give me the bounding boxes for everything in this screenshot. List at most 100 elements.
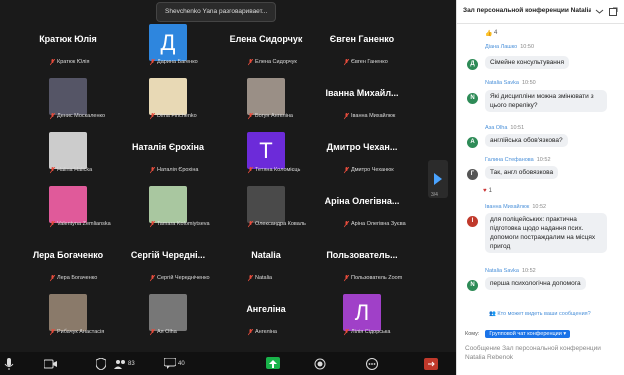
participant-photo xyxy=(49,186,87,223)
microphone-icon xyxy=(4,357,14,370)
participant-tile[interactable]: Елена Сидорчук Елена Сидорчук xyxy=(222,24,310,67)
participant-name: Денис Москаленко xyxy=(57,113,106,119)
participant-display-name: Аріна Олегівна... xyxy=(324,196,400,206)
leave-icon xyxy=(424,357,438,370)
participant-tile[interactable]: Іванна Михайл... Іванна Михайлюк xyxy=(318,78,406,121)
participant-tile[interactable]: Д Дарина Багенко xyxy=(124,24,212,67)
sender-avatar: N xyxy=(467,280,478,291)
participant-name-label: Денис Москаленко xyxy=(48,112,105,121)
message-time: 10:50 xyxy=(521,80,536,86)
participant-tile[interactable]: Halina Halicka xyxy=(24,132,112,175)
participant-name: Tamara Kolomiytseva xyxy=(157,221,210,227)
reaction-count: 4 xyxy=(494,30,498,36)
participant-tile[interactable]: Кратюк Юлія Кратюк Юлія xyxy=(24,24,112,67)
participant-initial-avatar: Д xyxy=(149,24,187,61)
participant-name: Ая Olha xyxy=(157,329,177,335)
page-indicator: 3/4 xyxy=(431,192,438,198)
participant-tile[interactable]: Tamara Kolomiytseva xyxy=(124,186,212,229)
participant-tile[interactable]: Ангеліна Ангеліна xyxy=(222,294,310,337)
recipient-select[interactable]: Групповой чат конференции ▾ xyxy=(485,330,571,338)
participant-name-label: Кратюк Юлія xyxy=(48,58,90,67)
participant-name-label: Іванна Михайлюк xyxy=(342,112,395,121)
participant-display-name: Лера Богаченко xyxy=(32,250,104,260)
participant-name-label: Олександра Коваль xyxy=(246,220,306,229)
share-screen-button[interactable] xyxy=(266,357,280,369)
participant-name-label: Рибачук Анастасія xyxy=(48,328,104,337)
participant-tile[interactable]: Dima Finchenko xyxy=(124,78,212,121)
message-reaction[interactable]: ♥ 1 xyxy=(483,188,501,196)
popout-icon[interactable] xyxy=(609,7,618,16)
participant-name-label: Наталія Єрохіна xyxy=(148,166,198,175)
participant-name: Елена Сидорчук xyxy=(255,59,297,65)
participant-photo xyxy=(49,132,87,169)
sender-avatar: Г xyxy=(467,169,478,180)
participant-tile[interactable]: Дмитро Чехан... Дмитро Чеханюк xyxy=(318,132,406,175)
participant-tile[interactable]: Денис Москаленко xyxy=(24,78,112,121)
message-sender: Діана Лашко 10:50 xyxy=(485,44,534,50)
security-button[interactable] xyxy=(96,355,106,372)
chat-header: Зал персональной конференции Natalia R..… xyxy=(457,0,624,24)
participant-display-name: Наталія Єрохіна xyxy=(131,142,204,152)
message-bubble[interactable]: Так, англ обовязкова xyxy=(485,166,559,179)
message-time: 10:52 xyxy=(532,204,547,210)
chat-visibility-note[interactable]: 👥 Кто может видеть ваши сообщения? xyxy=(489,311,591,317)
participant-name-label: Тетяна Коломієць xyxy=(246,166,300,175)
to-label: Кому: xyxy=(465,331,480,337)
more-button[interactable] xyxy=(366,355,378,372)
participant-name-label: Аріна Олегівна Зуєва xyxy=(342,220,406,229)
participant-tile[interactable]: Наталія Єрохіна Наталія Єрохіна xyxy=(124,132,212,175)
participant-tile[interactable]: Богун Ангеліна xyxy=(222,78,310,121)
message-time: 10:51 xyxy=(510,125,525,131)
zoom-window: Shevchenko Yana разговаривает... Кратюк … xyxy=(0,0,624,375)
participant-name: Halina Halicka xyxy=(57,167,93,173)
leave-button[interactable] xyxy=(424,355,438,372)
participant-tile[interactable]: Євген Ганенко Євген Ганенко xyxy=(318,24,406,67)
sender-name: Галина Стефанова xyxy=(485,157,534,163)
participant-name-label: Ая Olha xyxy=(148,328,177,337)
thumbs-up-icon[interactable]: 👍 xyxy=(485,30,492,37)
participant-name-label: Natalia xyxy=(246,274,272,283)
participant-tile[interactable]: Ая Olha xyxy=(124,294,212,337)
message-bubble[interactable]: Які дисципліни можна змінювати з цього п… xyxy=(485,90,607,112)
participant-display-name: Іванна Михайл... xyxy=(325,88,399,98)
participant-tile[interactable]: Аріна Олегівна... Аріна Олегівна Зуєва xyxy=(318,186,406,229)
participant-tile[interactable]: Пользователь... Пользователь Zoom xyxy=(318,240,406,283)
mute-button[interactable] xyxy=(4,355,14,372)
chevron-down-icon[interactable] xyxy=(595,7,604,16)
record-icon xyxy=(314,358,326,369)
participant-tile[interactable]: Олександра Коваль xyxy=(222,186,310,229)
participant-name: Сергій Чередніченко xyxy=(157,275,210,281)
participant-tile[interactable]: Лера Богаченко Лера Богаченко xyxy=(24,240,112,283)
participant-tile[interactable]: Рибачук Анастасія xyxy=(24,294,112,337)
message-sender: Natalia Savka 10:52 xyxy=(485,268,536,274)
participant-name: Наталія Єрохіна xyxy=(157,167,199,173)
participant-name: Богун Ангеліна xyxy=(255,113,293,119)
participant-tile[interactable]: Т Тетяна Коломієць xyxy=(222,132,310,175)
participant-photo xyxy=(149,186,187,223)
message-bubble[interactable]: англійська обов'язкова? xyxy=(485,134,568,147)
message-bubble[interactable]: перша психологічна допомога xyxy=(485,277,586,290)
participant-photo xyxy=(149,78,187,115)
participant-display-name: Natalia xyxy=(251,250,281,260)
participant-photo xyxy=(247,78,285,115)
participant-name-label: Богун Ангеліна xyxy=(246,112,293,121)
participant-name-label: Halina Halicka xyxy=(48,166,92,175)
participant-name: Тетяна Коломієць xyxy=(255,167,301,173)
participant-tile[interactable]: Л Лілія Сідорська xyxy=(318,294,406,337)
chat-button[interactable]: 40 xyxy=(164,355,185,372)
message-time: 10:52 xyxy=(521,268,536,274)
participant-name-label: Лілія Сідорська xyxy=(342,328,391,337)
message-bubble[interactable]: Сімейне консультування xyxy=(485,56,570,69)
participants-button[interactable]: 83 xyxy=(114,355,135,372)
share-arrow-icon xyxy=(269,360,277,368)
participant-tile[interactable]: Valentyna Zemlianska xyxy=(24,186,112,229)
message-bubble[interactable]: для поліцейських: практична підготовка щ… xyxy=(485,213,607,253)
message-input[interactable]: Сообщение Зал персональной конференции N… xyxy=(465,344,615,362)
reactions-count: 40 xyxy=(178,360,185,367)
participant-tile[interactable]: Сергій Чередні... Сергій Чередніченко xyxy=(124,240,212,283)
participant-name-label: Дарина Багенко xyxy=(148,58,198,67)
more-dots-icon xyxy=(366,357,378,370)
video-button[interactable] xyxy=(44,355,58,372)
record-button[interactable] xyxy=(314,355,326,372)
participant-tile[interactable]: Natalia Natalia xyxy=(222,240,310,283)
